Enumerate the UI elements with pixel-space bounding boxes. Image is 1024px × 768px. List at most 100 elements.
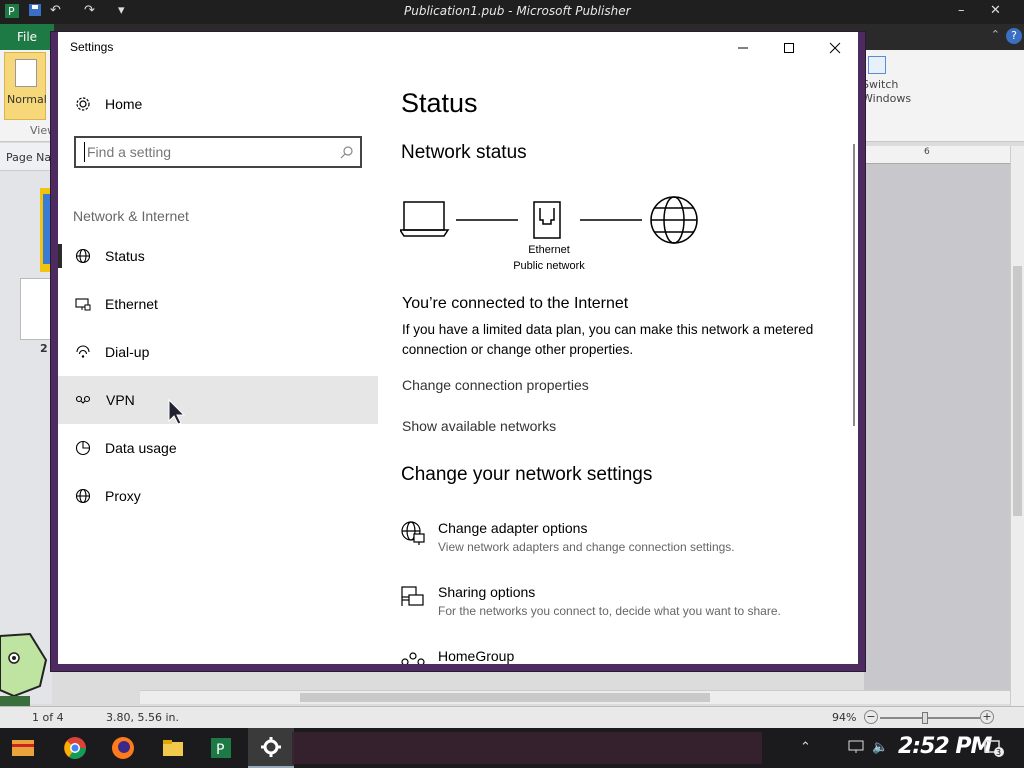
gear-icon [74, 95, 92, 113]
zoom-slider[interactable] [880, 717, 980, 719]
option-description: For the networks you connect to, decide … [438, 604, 781, 618]
network-type-label: Public network [513, 260, 585, 272]
sidebar-item-data-usage[interactable]: Data usage [58, 424, 378, 472]
page-count-status[interactable]: 1 of 4 [32, 711, 64, 724]
vpn-icon [74, 391, 92, 409]
home-label: Home [105, 96, 143, 112]
sidebar-item-label: Ethernet [105, 296, 158, 312]
network-tray-icon[interactable] [848, 740, 864, 758]
sidebar-item-label: Proxy [105, 488, 141, 504]
zoom-level[interactable]: 94% [832, 711, 856, 724]
internet-globe-icon [650, 196, 698, 244]
publisher-titlebar: P ↶ ↷ ▾ Publication1.pub - Microsoft Pub… [0, 0, 1024, 24]
ethernet-icon [74, 295, 92, 313]
firefox-taskbar-icon[interactable] [100, 728, 146, 768]
change-adapter-options-item[interactable]: Change adapter options View network adap… [400, 520, 830, 564]
redo-icon[interactable]: ↷ [84, 3, 95, 18]
zoom-out-icon[interactable]: − [864, 710, 878, 724]
settings-window-body: Settings Home Network & Internet [58, 32, 858, 664]
normal-view-label: Normal [7, 93, 47, 106]
adapter-name-label: Ethernet [528, 244, 570, 256]
sidebar-item-ethernet[interactable]: Ethernet [58, 280, 378, 328]
desktop-character-image [0, 630, 48, 706]
publisher-close-icon[interactable]: ✕ [990, 3, 1001, 18]
horizontal-ruler: 6 [864, 146, 1010, 164]
page-thumbnail-2[interactable] [20, 278, 52, 340]
search-icon[interactable] [340, 144, 354, 163]
homegroup-icon [401, 652, 425, 664]
ruler-mark: 6 [924, 147, 930, 157]
horizontal-scrollbar[interactable] [140, 690, 1010, 704]
option-description: View network adapters and change connect… [438, 540, 735, 554]
globe-icon [74, 247, 92, 265]
network-status-heading: Network status [401, 142, 527, 163]
selection-indicator [58, 244, 62, 268]
status-content-pane: Status Network status Ethernet Public ne… [400, 32, 840, 664]
option-title: HomeGroup [438, 648, 515, 664]
page-title: Status [401, 88, 478, 118]
sidebar-item-label: Data usage [105, 440, 177, 456]
proxy-globe-icon [74, 487, 92, 505]
change-network-settings-heading: Change your network settings [401, 464, 653, 485]
zoom-in-icon[interactable]: + [980, 710, 994, 724]
svg-text:P: P [8, 5, 15, 18]
action-center-icon[interactable]: 3 [984, 740, 1006, 762]
taskbar-clock[interactable]: 2:52 PM [898, 734, 992, 759]
publisher-taskbar-icon[interactable]: P [198, 728, 244, 768]
undo-icon[interactable]: ↶ [50, 3, 61, 18]
vertical-scroll-thumb[interactable] [1013, 266, 1022, 516]
mouse-cursor-icon [168, 398, 188, 429]
chrome-taskbar-icon[interactable] [52, 728, 98, 768]
sidebar-item-proxy[interactable]: Proxy [58, 472, 378, 520]
sidebar-item-label: VPN [106, 392, 135, 408]
publisher-minimize-icon[interactable]: – [958, 3, 965, 18]
switch-windows-button[interactable]: Switch Windows [862, 56, 911, 106]
nav-section-heading: Network & Internet [73, 208, 189, 224]
adapter-globe-icon [401, 521, 425, 545]
normal-view-button[interactable]: Normal [4, 52, 47, 120]
publisher-status-bar: 1 of 4 3.80, 5.56 in. 94% − + [0, 706, 1024, 728]
sidebar-item-label: Status [105, 248, 145, 264]
network-diagram [400, 196, 698, 244]
save-icon[interactable] [28, 3, 42, 21]
notification-count: 3 [996, 748, 1001, 757]
horizontal-scroll-thumb[interactable] [300, 693, 710, 702]
taskbar-wallpaper-strip [292, 732, 762, 764]
sidebar-item-label: Dial-up [105, 344, 150, 360]
home-nav-item[interactable]: Home [58, 84, 378, 124]
option-title: Change adapter options [438, 520, 588, 536]
file-explorer-taskbar-icon[interactable] [150, 728, 196, 768]
show-hidden-icons-icon[interactable]: ⌃ [800, 740, 811, 755]
change-connection-properties-link[interactable]: Change connection properties [402, 377, 589, 393]
settings-taskbar-icon[interactable] [248, 728, 294, 768]
sharing-icon [401, 586, 424, 606]
publisher-logo-icon: P [4, 3, 20, 23]
customize-qat-icon[interactable]: ▾ [118, 3, 125, 18]
sidebar-item-dial-up[interactable]: Dial-up [58, 328, 378, 376]
help-icon[interactable]: ? [1006, 28, 1022, 44]
settings-window: Settings Home Network & Internet [51, 32, 865, 671]
homegroup-item[interactable]: HomeGroup [400, 648, 830, 664]
settings-search-box[interactable] [74, 136, 362, 168]
svg-text:P: P [216, 742, 224, 758]
laptop-icon [400, 201, 450, 237]
cursor-position-status: 3.80, 5.56 in. [106, 711, 179, 724]
zoom-slider-knob[interactable] [922, 712, 928, 724]
search-input[interactable] [84, 142, 324, 162]
sidebar-item-vpn[interactable]: VPN [58, 376, 378, 424]
volume-tray-icon[interactable]: 🔈 [872, 740, 888, 755]
page-icon [15, 59, 37, 87]
show-available-networks-link[interactable]: Show available networks [402, 418, 556, 434]
file-tab[interactable]: File [0, 24, 54, 50]
data-usage-icon [74, 439, 92, 457]
settings-window-title: Settings [70, 40, 114, 54]
sidebar-item-status[interactable]: Status [58, 232, 378, 280]
start-button[interactable] [0, 728, 46, 768]
publication-canvas [864, 150, 1024, 704]
vertical-scrollbar[interactable] [1010, 146, 1024, 706]
connection-description: If you have a limited data plan, you can… [402, 322, 814, 357]
collapse-ribbon-icon[interactable]: ⌃ [991, 28, 1000, 41]
sharing-options-item[interactable]: Sharing options For the networks you con… [400, 584, 830, 628]
content-scrollbar[interactable] [853, 144, 855, 426]
page-thumbnail-number: 2 [40, 342, 48, 355]
